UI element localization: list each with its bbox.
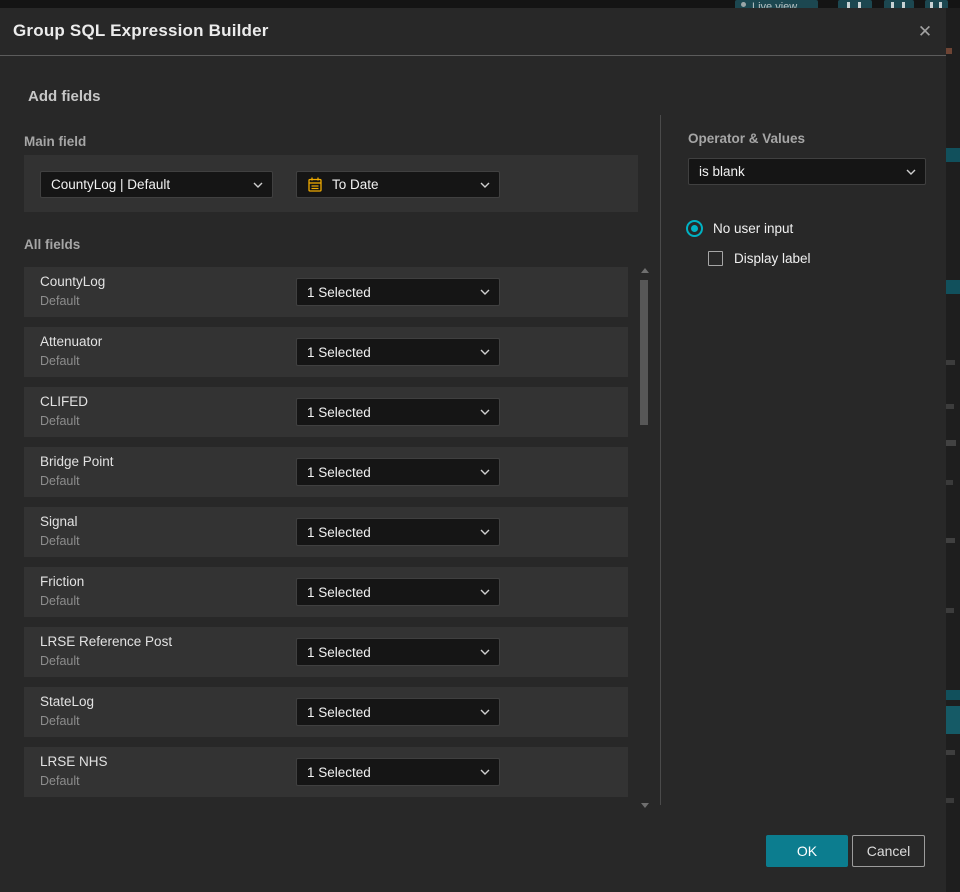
field-subtitle: Default	[40, 654, 80, 668]
background-toolbar-button[interactable]	[925, 0, 948, 8]
chevron-down-icon	[906, 169, 916, 175]
selected-dropdown-label: 1 Selected	[307, 464, 371, 480]
field-selected-dropdown[interactable]: 1 Selected	[296, 578, 500, 606]
selected-dropdown-label: 1 Selected	[307, 584, 371, 600]
field-name: Bridge Point	[40, 454, 114, 469]
title-separator	[0, 55, 946, 56]
dialog-title-bar: Group SQL Expression Builder ✕	[0, 8, 946, 56]
chevron-down-icon	[480, 349, 490, 355]
checkbox-unchecked-icon	[708, 251, 723, 266]
field-selected-dropdown[interactable]: 1 Selected	[296, 518, 500, 546]
field-row[interactable]: Attenuator Default 1 Selected	[24, 327, 628, 377]
calendar-icon	[307, 176, 323, 193]
field-selected-dropdown[interactable]: 1 Selected	[296, 698, 500, 726]
field-row[interactable]: Friction Default 1 Selected	[24, 567, 628, 617]
chevron-down-icon	[480, 409, 490, 415]
selected-dropdown-label: 1 Selected	[307, 524, 371, 540]
field-name: Signal	[40, 514, 78, 529]
chevron-down-icon	[480, 182, 490, 188]
selected-dropdown-label: 1 Selected	[307, 344, 371, 360]
field-name: Friction	[40, 574, 85, 589]
all-fields-list: CountyLog Default 1 Selected Attenuator …	[24, 267, 628, 807]
field-name: LRSE NHS	[40, 754, 108, 769]
field-name: StateLog	[40, 694, 95, 709]
selected-dropdown-label: 1 Selected	[307, 764, 371, 780]
dialog-title: Group SQL Expression Builder	[13, 21, 269, 40]
fields-list-scrollbar[interactable]	[639, 263, 649, 808]
field-subtitle: Default	[40, 714, 80, 728]
field-type-dropdown-value: To Date	[332, 177, 379, 192]
field-subtitle: Default	[40, 594, 80, 608]
cancel-button[interactable]: Cancel	[852, 835, 925, 867]
field-subtitle: Default	[40, 474, 80, 488]
chevron-down-icon	[253, 182, 263, 188]
main-field-panel: CountyLog | Default To Date	[24, 155, 638, 212]
operator-dropdown[interactable]: is blank	[688, 158, 926, 185]
field-selected-dropdown[interactable]: 1 Selected	[296, 458, 500, 486]
chevron-down-icon	[480, 589, 490, 595]
scroll-down-arrow-icon[interactable]	[641, 803, 649, 808]
chevron-down-icon	[480, 289, 490, 295]
field-subtitle: Default	[40, 774, 80, 788]
radio-selected-icon	[686, 220, 703, 237]
live-view-label: Live view	[752, 1, 798, 8]
section-title: Add fields	[28, 88, 101, 105]
background-toolbar: Live view	[0, 0, 960, 8]
field-selected-dropdown[interactable]: 1 Selected	[296, 638, 500, 666]
field-row[interactable]: Signal Default 1 Selected	[24, 507, 628, 557]
background-toolbar-button[interactable]	[884, 0, 914, 8]
selected-dropdown-label: 1 Selected	[307, 404, 371, 420]
operator-dropdown-value: is blank	[699, 164, 745, 179]
field-subtitle: Default	[40, 354, 80, 368]
operator-values-label: Operator & Values	[688, 131, 806, 146]
field-row[interactable]: LRSE Reference Post Default 1 Selected	[24, 627, 628, 677]
field-selected-dropdown[interactable]: 1 Selected	[296, 278, 500, 306]
chevron-down-icon	[480, 709, 490, 715]
background-page-sliver	[946, 8, 960, 892]
field-name: Attenuator	[40, 334, 103, 349]
ok-button[interactable]: OK	[766, 835, 848, 867]
chevron-down-icon	[480, 529, 490, 535]
selected-dropdown-label: 1 Selected	[307, 284, 371, 300]
chevron-down-icon	[480, 469, 490, 475]
display-label-checkbox[interactable]: Display label	[708, 251, 811, 266]
field-selected-dropdown[interactable]: 1 Selected	[296, 398, 500, 426]
main-field-label: Main field	[24, 134, 87, 149]
close-icon[interactable]: ✕	[912, 19, 938, 45]
field-subtitle: Default	[40, 534, 80, 548]
field-name: LRSE Reference Post	[40, 634, 173, 649]
chevron-down-icon	[480, 649, 490, 655]
group-sql-expression-builder-dialog: Group SQL Expression Builder ✕ Add field…	[0, 8, 946, 892]
selected-dropdown-label: 1 Selected	[307, 644, 371, 660]
main-field-dropdown-value: CountyLog | Default	[51, 177, 171, 192]
field-row[interactable]: Bridge Point Default 1 Selected	[24, 447, 628, 497]
chevron-down-icon	[480, 769, 490, 775]
field-row[interactable]: CLIFED Default 1 Selected	[24, 387, 628, 437]
display-label-label: Display label	[734, 251, 811, 266]
background-toolbar-button[interactable]	[838, 0, 872, 8]
selected-dropdown-label: 1 Selected	[307, 704, 371, 720]
no-user-input-label: No user input	[713, 221, 794, 236]
panel-divider	[660, 115, 661, 805]
field-selected-dropdown[interactable]: 1 Selected	[296, 338, 500, 366]
live-view-dot-icon	[741, 2, 746, 7]
no-user-input-radio[interactable]: No user input	[686, 220, 793, 237]
field-row[interactable]: CountyLog Default 1 Selected	[24, 267, 628, 317]
field-name: CountyLog	[40, 274, 106, 289]
field-row[interactable]: StateLog Default 1 Selected	[24, 687, 628, 737]
scrollbar-thumb[interactable]	[640, 280, 648, 425]
field-selected-dropdown[interactable]: 1 Selected	[296, 758, 500, 786]
field-subtitle: Default	[40, 414, 80, 428]
field-name: CLIFED	[40, 394, 89, 409]
field-subtitle: Default	[40, 294, 80, 308]
scroll-up-arrow-icon[interactable]	[641, 268, 649, 273]
all-fields-label: All fields	[24, 237, 81, 252]
live-view-button[interactable]: Live view	[735, 0, 818, 8]
main-field-dropdown[interactable]: CountyLog | Default	[40, 171, 273, 198]
field-type-dropdown[interactable]: To Date	[296, 171, 500, 198]
field-row[interactable]: LRSE NHS Default 1 Selected	[24, 747, 628, 797]
